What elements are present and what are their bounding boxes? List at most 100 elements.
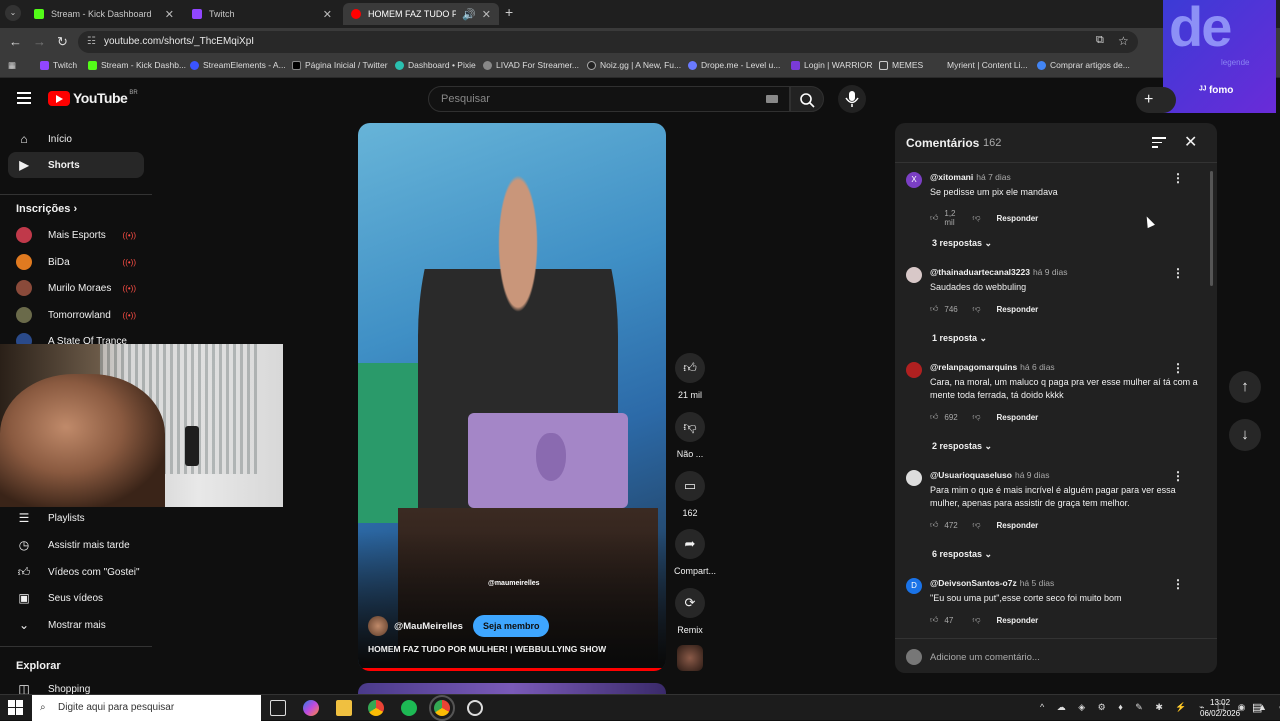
bookmark-myrient[interactable]: Myrient | Content Li... [934, 60, 1028, 70]
short-title[interactable]: HOMEM FAZ TUDO POR MULHER! | WEBBULLYING… [368, 644, 606, 654]
comment-author[interactable]: @Usuarioquaseluso [930, 470, 1012, 480]
more-options-icon[interactable]: ⋮ [1172, 469, 1184, 483]
subscription-item[interactable]: Tomorrowland ((•)) [8, 302, 144, 328]
close-tab-icon[interactable]: ✕ [165, 8, 174, 21]
dislike-button[interactable]: 👎︎ Não ... [674, 412, 706, 459]
thumbs-down-icon[interactable]: 👎︎ [972, 412, 980, 422]
install-app-icon[interactable]: ⧉ [1096, 34, 1104, 47]
sort-icon[interactable] [1152, 137, 1166, 148]
thumbs-up-icon[interactable]: 👍︎ [930, 213, 938, 223]
subscription-item[interactable]: BiDa ((•)) [8, 249, 144, 275]
comment-author[interactable]: @thainaduartecanal3223 [930, 267, 1030, 277]
reply-button[interactable]: Responder [997, 616, 1039, 625]
thumbs-down-icon[interactable]: 👎︎ [972, 304, 980, 314]
chrome-icon[interactable] [368, 700, 384, 716]
bookmark-kick[interactable]: Stream - Kick Dashb... [88, 60, 186, 70]
taskbar-search-input[interactable]: ⌕ Digite aqui para pesquisar [32, 695, 261, 721]
chrome-active-icon[interactable] [429, 695, 455, 721]
next-short-button[interactable]: ↓ [1229, 419, 1261, 451]
tab-kick-dashboard[interactable]: Stream - Kick Dashboard ✕ [26, 3, 182, 25]
sidebar-item-home[interactable]: ⌂ Início [8, 126, 144, 152]
more-options-icon[interactable]: ⋮ [1172, 361, 1184, 375]
copilot-icon[interactable] [303, 700, 319, 716]
speaker-icon[interactable]: 🔊 [462, 8, 476, 21]
bookmark-google[interactable]: Comprar artigos de... [1037, 60, 1130, 70]
back-arrow-icon[interactable]: ← [9, 34, 22, 49]
bookmark-folder-memes[interactable]: MEMES [879, 60, 923, 70]
reply-button[interactable]: Responder [997, 413, 1039, 422]
sidebar-item-show-more[interactable]: ⌄ Mostrar mais [8, 612, 144, 638]
close-tab-icon[interactable]: ✕ [482, 8, 491, 21]
like-button[interactable]: 👍︎ 21 mil [674, 353, 706, 400]
comments-button[interactable]: ▭ 162 [674, 471, 706, 518]
channel-name[interactable]: @MauMeirelles [394, 621, 463, 632]
avatar[interactable]: D [906, 578, 922, 594]
avatar[interactable] [906, 362, 922, 378]
apps-grid-icon[interactable]: ▦ [8, 60, 16, 71]
comments-scrollbar[interactable] [1210, 171, 1213, 286]
notification-icon[interactable]: ▤ [1252, 701, 1262, 714]
taskbar-clock[interactable]: 13:02 06/02/2026 [1200, 697, 1240, 719]
close-tab-icon[interactable]: ✕ [323, 8, 332, 21]
youtube-logo[interactable]: YouTube BR [48, 90, 138, 106]
avatar[interactable] [906, 267, 922, 283]
system-tray[interactable]: ^ ☁ ◈ ⚙ ♦ ✎ ✱ ⚡ ⌁ ☐ ◉ ▲ 🔊︎ [1040, 702, 1280, 713]
reply-button[interactable]: Responder [997, 305, 1039, 314]
windows-start-icon[interactable] [8, 700, 23, 715]
reload-icon[interactable]: ↻ [57, 34, 68, 50]
short-video-player[interactable]: @maumeirelles @MauMeirelles Seja membro … [358, 123, 666, 671]
create-button[interactable]: + [1136, 87, 1176, 113]
close-icon[interactable]: ✕ [1184, 132, 1197, 152]
thumbs-down-icon[interactable]: 👎︎ [972, 615, 980, 625]
sidebar-item-liked[interactable]: 👍︎ Vídeos com "Gostei" [8, 559, 144, 585]
replies-toggle[interactable]: 2 respostas ⌄ [932, 441, 992, 452]
bookmark-streamelements[interactable]: StreamElements - A... [190, 60, 286, 70]
previous-short-button[interactable]: ↑ [1229, 371, 1261, 403]
comment-author[interactable]: @xitomani [930, 172, 973, 182]
avatar[interactable]: X [906, 172, 922, 188]
thumbs-down-icon[interactable]: 👎︎ [972, 213, 980, 223]
subscriptions-heading[interactable]: Inscrições › [16, 203, 77, 215]
more-options-icon[interactable]: ⋮ [1172, 266, 1184, 280]
spotify-icon[interactable] [401, 700, 417, 716]
share-button[interactable]: ➦ Compart... [674, 529, 716, 576]
remix-button[interactable]: ⟳ Remix [674, 588, 706, 635]
forward-arrow-icon[interactable]: → [33, 34, 46, 49]
bookmark-pixie[interactable]: Dashboard • Pixie [395, 60, 476, 70]
url-field[interactable]: ☷ youtube.com/shorts/_ThcEMqiXpI [78, 31, 1138, 53]
audio-thumbnail[interactable] [677, 645, 703, 671]
avatar[interactable] [906, 470, 922, 486]
thumbs-up-icon[interactable]: 👍︎ [930, 304, 938, 314]
keyboard-icon[interactable] [766, 95, 778, 103]
bookmark-noiz[interactable]: Noiz.gg | A New, Fu... [587, 60, 681, 70]
thumbs-up-icon[interactable]: 👍︎ [930, 615, 938, 625]
replies-toggle[interactable]: 3 respostas ⌄ [932, 238, 992, 249]
video-progress-bar[interactable] [358, 668, 666, 671]
tab-youtube-short[interactable]: HOMEM FAZ TUDO POR M 🔊 ✕ [343, 3, 499, 25]
menu-icon[interactable] [17, 92, 31, 104]
task-view-icon[interactable] [270, 700, 286, 716]
reply-button[interactable]: Responder [997, 214, 1039, 223]
search-button[interactable] [790, 86, 824, 112]
tab-search-button[interactable]: ⌄ [5, 5, 21, 21]
thumbs-down-icon[interactable]: 👎︎ [972, 520, 980, 530]
sidebar-item-your-videos[interactable]: ▣ Seus vídeos [8, 585, 144, 611]
obs-icon[interactable] [467, 700, 483, 716]
subscription-item[interactable]: Mais Esports ((•)) [8, 222, 144, 248]
replies-toggle[interactable]: 1 resposta ⌄ [932, 333, 987, 344]
voice-search-button[interactable] [838, 85, 866, 113]
join-button[interactable]: Seja membro [472, 615, 550, 637]
sidebar-item-playlists[interactable]: ☰ Playlists [8, 505, 144, 531]
bookmark-twitter[interactable]: Página Inicial / Twitter [292, 60, 388, 70]
sidebar-item-watch-later[interactable]: ◷ Assistir mais tarde [8, 532, 144, 558]
new-tab-button[interactable]: + [505, 4, 513, 20]
search-input[interactable]: Pesquisar [428, 86, 790, 112]
site-info-icon[interactable]: ☷ [87, 31, 96, 53]
reply-button[interactable]: Responder [997, 521, 1039, 530]
channel-avatar[interactable] [368, 616, 388, 636]
comment-author[interactable]: @relanpagomarquins [930, 362, 1017, 372]
sidebar-item-shorts[interactable]: ▶ Shorts [8, 152, 144, 178]
add-comment-input[interactable]: Adicione um comentário... [930, 652, 1040, 663]
thumbs-up-icon[interactable]: 👍︎ [930, 412, 938, 422]
bookmark-twitch[interactable]: Twitch [40, 60, 77, 70]
